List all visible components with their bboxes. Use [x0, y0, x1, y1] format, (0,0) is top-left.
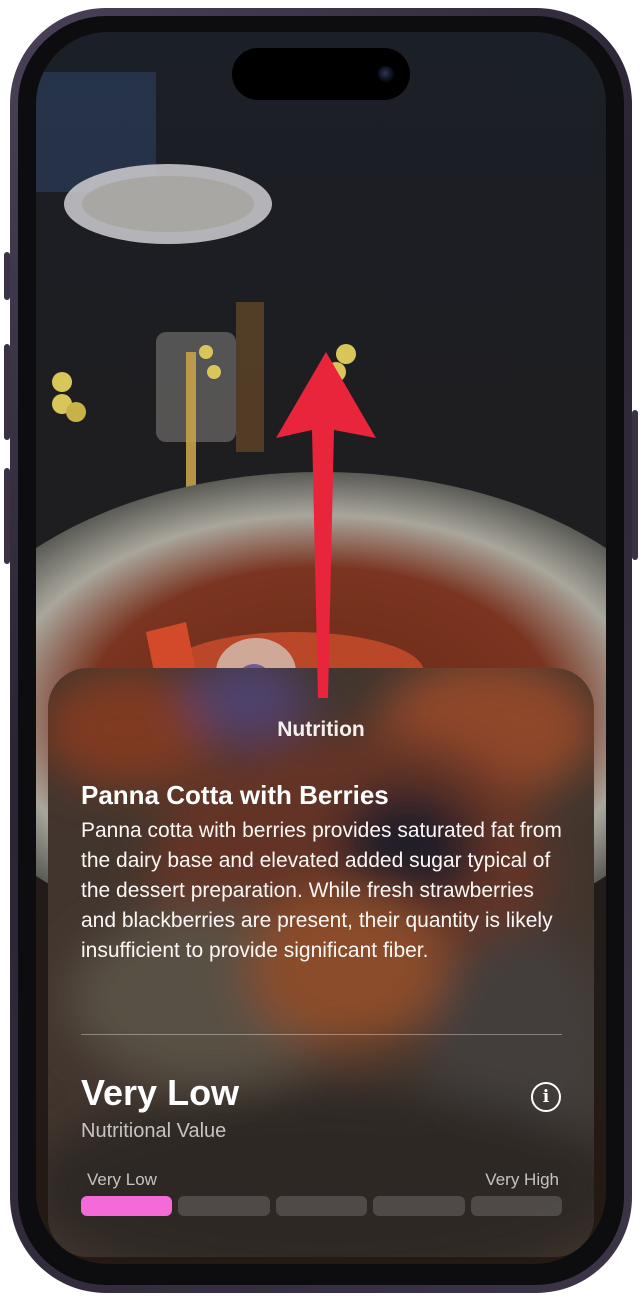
swipe-up-arrow-icon	[276, 352, 376, 698]
